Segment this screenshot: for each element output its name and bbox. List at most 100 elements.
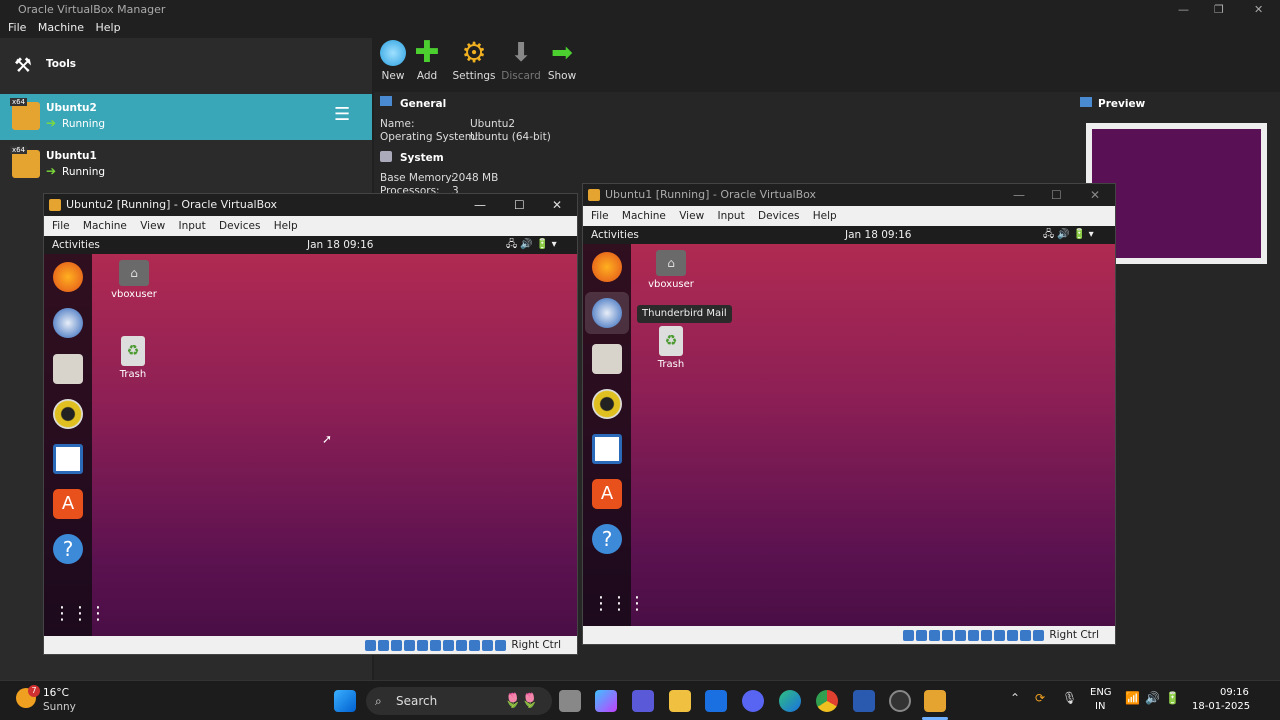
microphone-icon[interactable]: 🎙 bbox=[1062, 691, 1077, 705]
chevron-up-icon[interactable]: ⌃ bbox=[1010, 691, 1020, 705]
battery-icon[interactable]: 🔋 bbox=[1165, 691, 1180, 705]
ubuntu1-vm-window: Ubuntu1 [Running] - Oracle VirtualBox — … bbox=[582, 183, 1116, 645]
help-icon[interactable]: ? bbox=[592, 524, 622, 554]
vm-menu-icon[interactable]: ☰ bbox=[334, 106, 350, 124]
menu-machine[interactable]: Machine bbox=[83, 220, 127, 232]
clock[interactable]: Jan 18 09:16 bbox=[845, 226, 911, 244]
clock-time[interactable]: 09:16 bbox=[1220, 687, 1249, 698]
language-region[interactable]: IN bbox=[1095, 701, 1105, 712]
language-code[interactable]: ENG bbox=[1090, 687, 1112, 698]
clock-date[interactable]: 18-01-2025 bbox=[1192, 701, 1250, 712]
firefox-icon[interactable] bbox=[592, 252, 622, 282]
home-folder-icon[interactable]: ⌂ vboxuser bbox=[104, 260, 164, 300]
close-button[interactable]: ✕ bbox=[552, 194, 562, 216]
software-center-icon[interactable]: A bbox=[53, 489, 83, 519]
sync-icon[interactable]: ⟳ bbox=[1035, 691, 1045, 705]
libreoffice-writer-icon[interactable] bbox=[53, 444, 83, 474]
tools-item[interactable]: ⚒ Tools bbox=[0, 38, 372, 92]
obs-icon[interactable] bbox=[889, 690, 911, 712]
thunderbird-icon[interactable] bbox=[53, 308, 83, 338]
processors-value: 3 bbox=[452, 185, 459, 193]
trash-icon[interactable]: ♻ Trash bbox=[641, 326, 701, 370]
menu-devices[interactable]: Devices bbox=[758, 210, 799, 222]
activities-button[interactable]: Activities bbox=[591, 226, 639, 244]
menu-input[interactable]: Input bbox=[179, 220, 206, 232]
add-button[interactable]: ✚ Add bbox=[405, 38, 449, 83]
dropbox-icon[interactable] bbox=[705, 690, 727, 712]
menu-input[interactable]: Input bbox=[718, 210, 745, 222]
clock[interactable]: Jan 18 09:16 bbox=[307, 236, 373, 254]
firefox-icon[interactable] bbox=[53, 262, 83, 292]
menu-file[interactable]: File bbox=[591, 210, 609, 222]
file-explorer-icon[interactable] bbox=[669, 690, 691, 712]
start-icon[interactable] bbox=[334, 690, 356, 712]
virtualbox-taskbar-icon[interactable] bbox=[924, 690, 946, 712]
menu-help[interactable]: Help bbox=[95, 20, 120, 36]
vm-title-bar: Ubuntu2 [Running] - Oracle VirtualBox — … bbox=[44, 194, 577, 216]
system-tray-icons[interactable]: 🖧 🔊 🔋 ▾ bbox=[1043, 226, 1094, 244]
weather-desc[interactable]: Sunny bbox=[43, 701, 76, 713]
thunderbird-icon[interactable] bbox=[592, 298, 622, 328]
menu-help[interactable]: Help bbox=[813, 210, 837, 222]
menu-view[interactable]: View bbox=[140, 220, 165, 232]
help-icon[interactable]: ? bbox=[53, 534, 83, 564]
volume-icon[interactable]: 🔊 bbox=[1145, 691, 1160, 705]
status-device-icons[interactable] bbox=[364, 639, 376, 651]
weather-badge: 7 bbox=[28, 685, 40, 697]
status-device-icons[interactable] bbox=[902, 629, 914, 641]
vm-menu-bar: File Machine View Input Devices Help bbox=[44, 216, 577, 236]
close-button[interactable]: ✕ bbox=[1090, 184, 1100, 206]
show-apps-icon[interactable]: ⋮⋮⋮ bbox=[592, 589, 646, 619]
menu-help[interactable]: Help bbox=[274, 220, 298, 232]
files-icon[interactable] bbox=[53, 354, 83, 384]
show-apps-icon[interactable]: ⋮⋮⋮ bbox=[53, 599, 107, 629]
minimize-button[interactable]: — bbox=[1013, 184, 1025, 206]
menu-view[interactable]: View bbox=[679, 210, 704, 222]
show-button[interactable]: ➡ Show bbox=[540, 40, 584, 82]
home-folder-icon[interactable]: ⌂ vboxuser bbox=[641, 250, 701, 290]
minimize-button[interactable]: — bbox=[474, 194, 486, 216]
system-heading[interactable]: System bbox=[400, 152, 444, 164]
maximize-button[interactable]: ☐ bbox=[1051, 184, 1062, 206]
copilot-icon[interactable] bbox=[595, 690, 617, 712]
menu-file[interactable]: File bbox=[52, 220, 70, 232]
trash-icon[interactable]: ♻ Trash bbox=[103, 336, 163, 380]
window-title: Oracle VirtualBox Manager bbox=[18, 3, 166, 16]
settings-button[interactable]: ⚙ Settings bbox=[452, 39, 496, 83]
libreoffice-writer-icon[interactable] bbox=[592, 434, 622, 464]
discord-icon[interactable] bbox=[742, 690, 764, 712]
search-box[interactable]: ⌕ Search 🌷🌷 bbox=[366, 687, 552, 715]
menu-machine[interactable]: Machine bbox=[622, 210, 666, 222]
chrome-icon[interactable] bbox=[816, 690, 838, 712]
vm-item-ubuntu2[interactable]: Ubuntu2 ➔ Running ☰ bbox=[0, 94, 372, 140]
vm-item-ubuntu1[interactable]: Ubuntu1 ➔ Running bbox=[0, 142, 372, 188]
rhythmbox-icon[interactable] bbox=[53, 399, 83, 429]
close-button[interactable]: ✕ bbox=[1254, 0, 1263, 20]
files-icon[interactable] bbox=[592, 344, 622, 374]
ubuntu-vm-icon bbox=[10, 146, 40, 178]
preview-heading[interactable]: Preview bbox=[1098, 98, 1145, 110]
maximize-button[interactable]: ☐ bbox=[514, 194, 525, 216]
weather-temp[interactable]: 16°C bbox=[43, 687, 69, 699]
menu-machine[interactable]: Machine bbox=[38, 20, 84, 36]
new-label: New bbox=[381, 70, 405, 82]
activities-button[interactable]: Activities bbox=[52, 236, 100, 254]
system-tray-icons[interactable]: 🖧 🔊 🔋 ▾ bbox=[506, 236, 557, 254]
wifi-icon[interactable]: 📶 bbox=[1125, 691, 1140, 705]
general-heading[interactable]: General bbox=[400, 98, 446, 110]
rhythmbox-icon[interactable] bbox=[592, 389, 622, 419]
discard-button[interactable]: ⬇ Discard bbox=[499, 40, 543, 82]
menu-file[interactable]: File bbox=[8, 20, 26, 36]
edge-icon[interactable] bbox=[779, 690, 801, 712]
task-view-icon[interactable] bbox=[559, 690, 581, 712]
teams-icon[interactable] bbox=[632, 690, 654, 712]
discard-label: Discard bbox=[501, 70, 541, 82]
vm-state: Running bbox=[62, 166, 106, 178]
maximize-button[interactable]: ❐ bbox=[1214, 0, 1224, 20]
minimize-button[interactable]: — bbox=[1178, 0, 1189, 20]
software-center-icon[interactable]: A bbox=[592, 479, 622, 509]
menu-devices[interactable]: Devices bbox=[219, 220, 260, 232]
vscode-icon[interactable] bbox=[853, 690, 875, 712]
settings-label: Settings bbox=[452, 70, 496, 82]
gnome-top-bar: Activities Jan 18 09:16 🖧 🔊 🔋 ▾ bbox=[44, 236, 577, 254]
